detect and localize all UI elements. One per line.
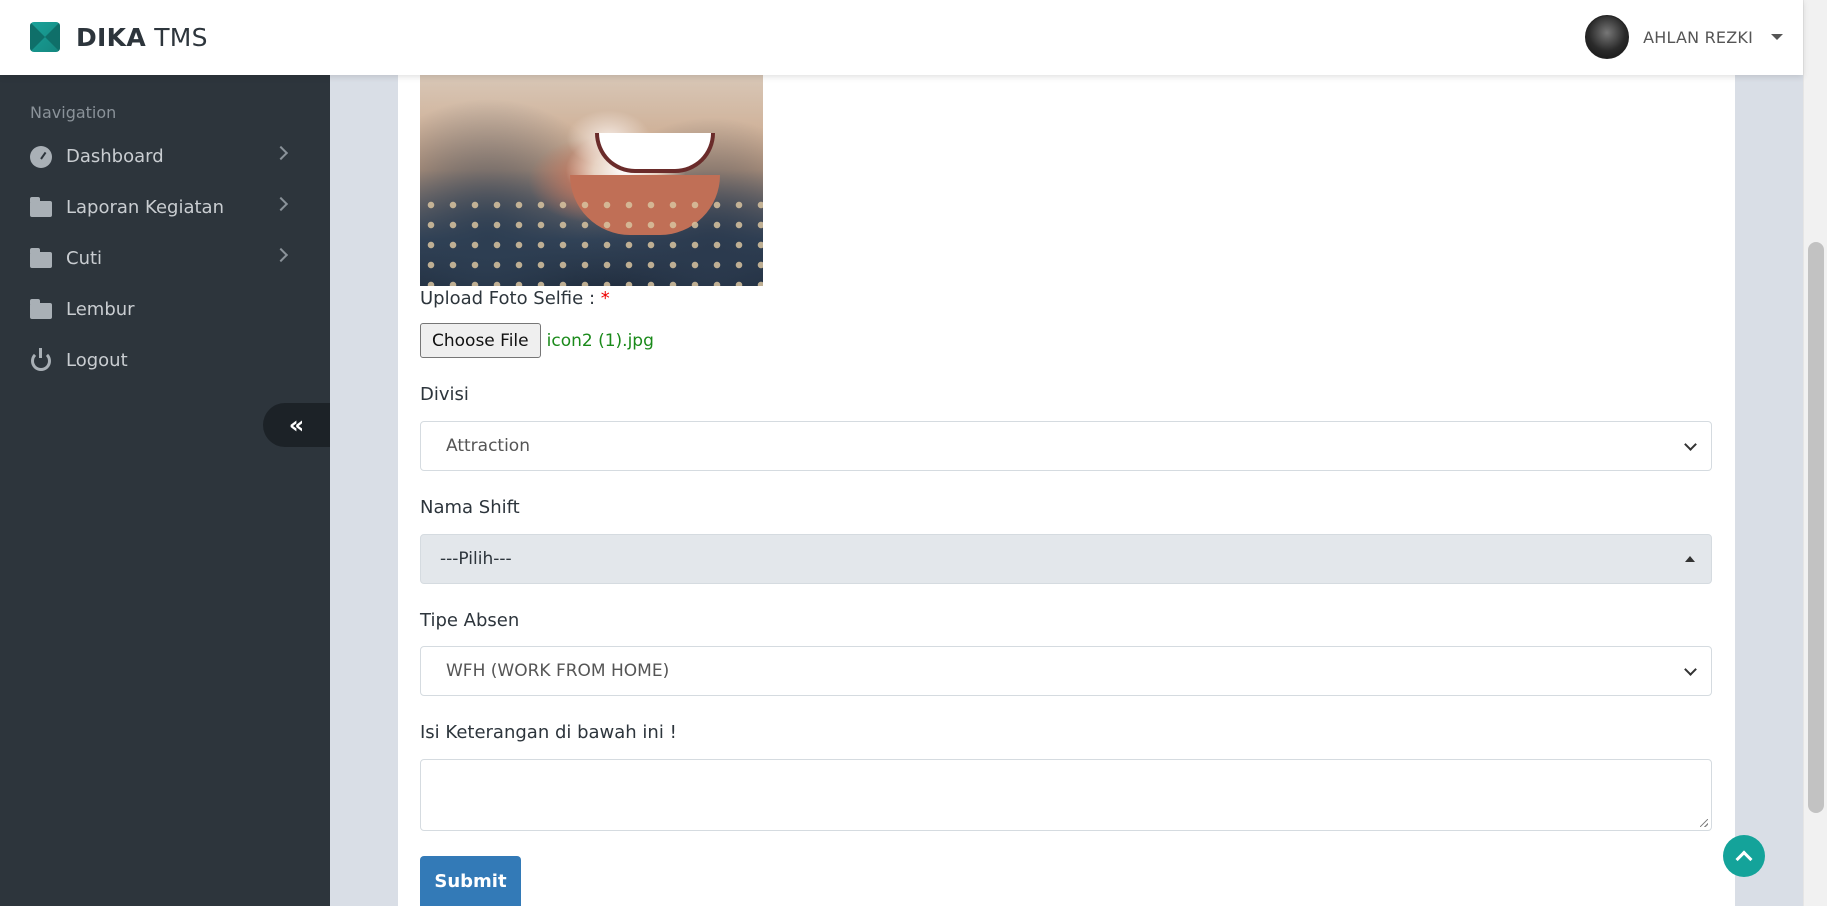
sidebar-item-label: Cuti: [66, 248, 103, 269]
sidebar-item-label: Logout: [66, 350, 128, 371]
selfie-preview-image: [420, 75, 763, 286]
divisi-select[interactable]: Attraction: [420, 421, 1712, 471]
scrollbar-thumb[interactable]: [1808, 242, 1824, 813]
sidebar-collapse-button[interactable]: «: [263, 403, 330, 447]
nav-header: Navigation: [30, 103, 117, 122]
brand-name-light: TMS: [154, 22, 208, 52]
divisi-value: Attraction: [446, 436, 530, 456]
shift-label: Nama Shift: [420, 497, 520, 518]
brand-name-bold: DIKA: [76, 22, 146, 52]
upload-label: Upload Foto Selfie : *: [420, 288, 610, 309]
chevron-right-icon: [273, 196, 289, 212]
dashboard-icon: [30, 145, 52, 168]
selected-file-name: icon2 (1).jpg: [546, 330, 654, 351]
power-icon: [30, 347, 52, 372]
keterangan-label: Isi Keterangan di bawah ini !: [420, 722, 677, 743]
tipe-absen-select[interactable]: WFH (WORK FROM HOME): [420, 646, 1712, 696]
sidebar-item-laporan-kegiatan[interactable]: Laporan Kegiatan: [0, 182, 330, 233]
scroll-to-top-button[interactable]: [1723, 835, 1765, 877]
submit-button[interactable]: Submit: [420, 856, 521, 906]
user-name[interactable]: AHLAN REZKI: [1643, 28, 1753, 47]
chevron-down-icon: [1684, 438, 1697, 451]
sidebar-item-logout[interactable]: Logout: [0, 335, 330, 386]
folder-icon: [30, 299, 52, 321]
user-menu[interactable]: AHLAN REZKI: [1585, 15, 1783, 59]
sidebar-item-label: Laporan Kegiatan: [66, 197, 224, 218]
tipe-absen-value: WFH (WORK FROM HOME): [446, 661, 670, 681]
folder-icon: [30, 197, 52, 219]
sidebar-item-cuti[interactable]: Cuti: [0, 233, 330, 284]
shift-select[interactable]: ---Pilih---: [420, 534, 1712, 584]
shift-value: ---Pilih---: [440, 549, 512, 569]
sidebar-item-lembur[interactable]: Lembur: [0, 284, 330, 335]
sidebar: Navigation Dashboard Laporan Kegiatan Cu…: [0, 75, 330, 906]
brand-logo-icon: [30, 22, 60, 52]
keterangan-textarea[interactable]: [420, 759, 1712, 831]
tipe-absen-label: Tipe Absen: [420, 610, 520, 631]
brand[interactable]: DIKA TMS: [30, 22, 208, 52]
sidebar-item-dashboard[interactable]: Dashboard: [0, 131, 330, 182]
required-mark: *: [600, 288, 610, 309]
top-header: DIKA TMS AHLAN REZKI: [0, 0, 1803, 75]
sidebar-item-label: Lembur: [66, 299, 135, 320]
choose-file-button[interactable]: Choose File: [420, 323, 541, 358]
folder-icon: [30, 248, 52, 270]
form-panel: Upload Foto Selfie : * Choose File icon2…: [398, 75, 1735, 906]
caret-up-icon: [1685, 556, 1695, 562]
avatar[interactable]: [1585, 15, 1630, 59]
chevron-right-icon: [273, 145, 289, 161]
page-scrollbar[interactable]: [1803, 0, 1827, 906]
sidebar-item-label: Dashboard: [66, 146, 164, 167]
divisi-label: Divisi: [420, 384, 469, 405]
brand-name: DIKA TMS: [76, 23, 208, 52]
file-input[interactable]: Choose File icon2 (1).jpg: [420, 323, 654, 358]
chevron-down-icon: [1684, 663, 1697, 676]
chevron-right-icon: [273, 247, 289, 263]
caret-down-icon[interactable]: [1771, 34, 1783, 40]
upload-label-text: Upload Foto Selfie :: [420, 288, 596, 309]
